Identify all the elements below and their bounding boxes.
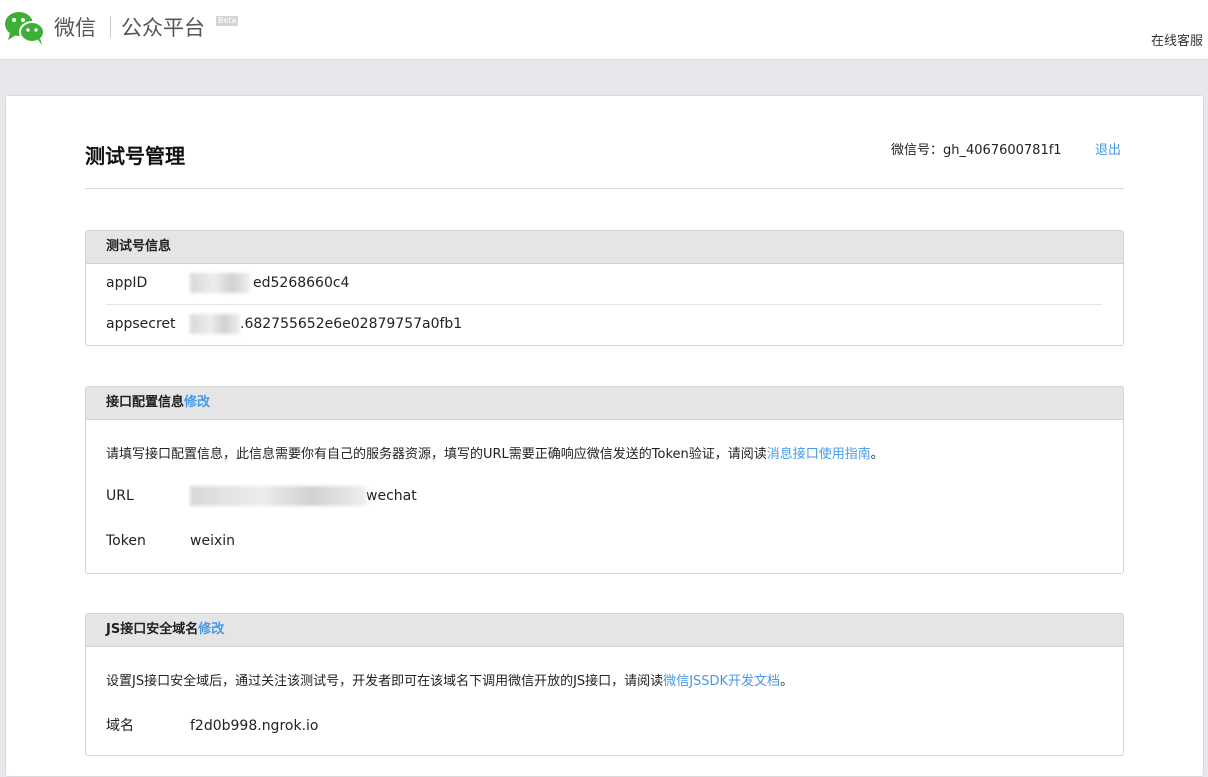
- redaction-blur: [190, 273, 250, 293]
- interface-config-heading: 接口配置信息修改: [86, 387, 1123, 420]
- appid-value: ed5268660c4: [253, 275, 350, 291]
- domain-row: 域名 f2d0b998.ngrok.io: [106, 715, 318, 735]
- page-title: 测试号管理: [85, 144, 185, 168]
- top-bar: 微信 公众平台 Beta 在线客服: [0, 0, 1208, 60]
- js-domain-description: 设置JS接口安全域后，通过关注该测试号，开发者即可在该域名下调用微信开放的JS接…: [106, 670, 793, 689]
- panel-title: 接口配置信息: [106, 395, 185, 410]
- account-label: 微信号：: [891, 143, 944, 158]
- appid-value-wrap: ed5268660c4: [190, 273, 350, 293]
- title-divider: [85, 188, 1124, 189]
- edit-js-domain-link[interactable]: 修改: [198, 622, 224, 637]
- description-end: 。: [870, 447, 884, 462]
- appsecret-value: .682755652e6e02879757a0fb1: [240, 316, 463, 332]
- redaction-blur: [190, 486, 366, 506]
- redaction-blur: [190, 314, 240, 334]
- url-label: URL: [106, 488, 134, 504]
- test-account-panel: 测试号信息 appID ed5268660c4 appsecret .6827556…: [85, 230, 1124, 346]
- appsecret-value-wrap: .682755652e6e02879757a0fb1: [190, 314, 463, 334]
- domain-label: 域名: [106, 718, 134, 734]
- url-row: URL wechat: [106, 486, 417, 506]
- description-text: 设置JS接口安全域后，通过关注该测试号，开发者即可在该域名下调用微信开放的JS接…: [106, 674, 664, 689]
- js-domain-heading: JS接口安全域名修改: [86, 614, 1123, 647]
- token-label: Token: [106, 533, 146, 549]
- brand-weixin: 微信: [54, 16, 96, 40]
- appid-label: appID: [106, 275, 148, 291]
- account-info: 微信号：gh_4067600781f1: [891, 139, 1062, 158]
- edit-interface-config-link[interactable]: 修改: [184, 395, 210, 410]
- appsecret-row: appsecret .682755652e6e02879757a0fb1: [106, 314, 463, 334]
- test-account-heading: 测试号信息: [86, 231, 1123, 264]
- account-id: gh_4067600781f1: [943, 143, 1062, 158]
- logout-link[interactable]: 退出: [1095, 139, 1121, 158]
- appsecret-label: appsecret: [106, 316, 176, 332]
- interface-config-panel: 接口配置信息修改 请填写接口配置信息，此信息需要你有自己的服务器资源，填写的UR…: [85, 386, 1124, 574]
- token-value: weixin: [190, 533, 236, 549]
- brand-divider: [110, 16, 111, 38]
- main-card: 测试号管理 微信号：gh_4067600781f1 退出 测试号信息 appID…: [5, 95, 1204, 777]
- wechat-logo-icon[interactable]: [4, 10, 46, 46]
- appid-row: appID ed5268660c4: [106, 273, 350, 293]
- online-service-link[interactable]: 在线客服: [1151, 30, 1203, 49]
- description-text: 请填写接口配置信息，此信息需要你有自己的服务器资源，填写的URL需要正确响应微信…: [106, 447, 767, 462]
- brand-platform: 公众平台: [121, 16, 205, 40]
- beta-badge: Beta: [216, 16, 239, 26]
- row-divider: [106, 304, 1102, 305]
- description-end: 。: [780, 674, 794, 689]
- panel-title: 测试号信息: [106, 239, 172, 254]
- jssdk-docs-link[interactable]: 微信JSSDK开发文档: [663, 674, 780, 689]
- domain-value: f2d0b998.ngrok.io: [190, 718, 319, 734]
- url-value: wechat: [366, 488, 417, 504]
- js-domain-panel: JS接口安全域名修改 设置JS接口安全域后，通过关注该测试号，开发者即可在该域名…: [85, 613, 1124, 756]
- token-row: Token weixin: [106, 533, 235, 549]
- panel-title: JS接口安全域名: [106, 622, 199, 637]
- message-api-guide-link[interactable]: 消息接口使用指南: [767, 447, 871, 462]
- interface-config-description: 请填写接口配置信息，此信息需要你有自己的服务器资源，填写的URL需要正确响应微信…: [106, 443, 884, 462]
- url-value-wrap: wechat: [190, 486, 417, 506]
